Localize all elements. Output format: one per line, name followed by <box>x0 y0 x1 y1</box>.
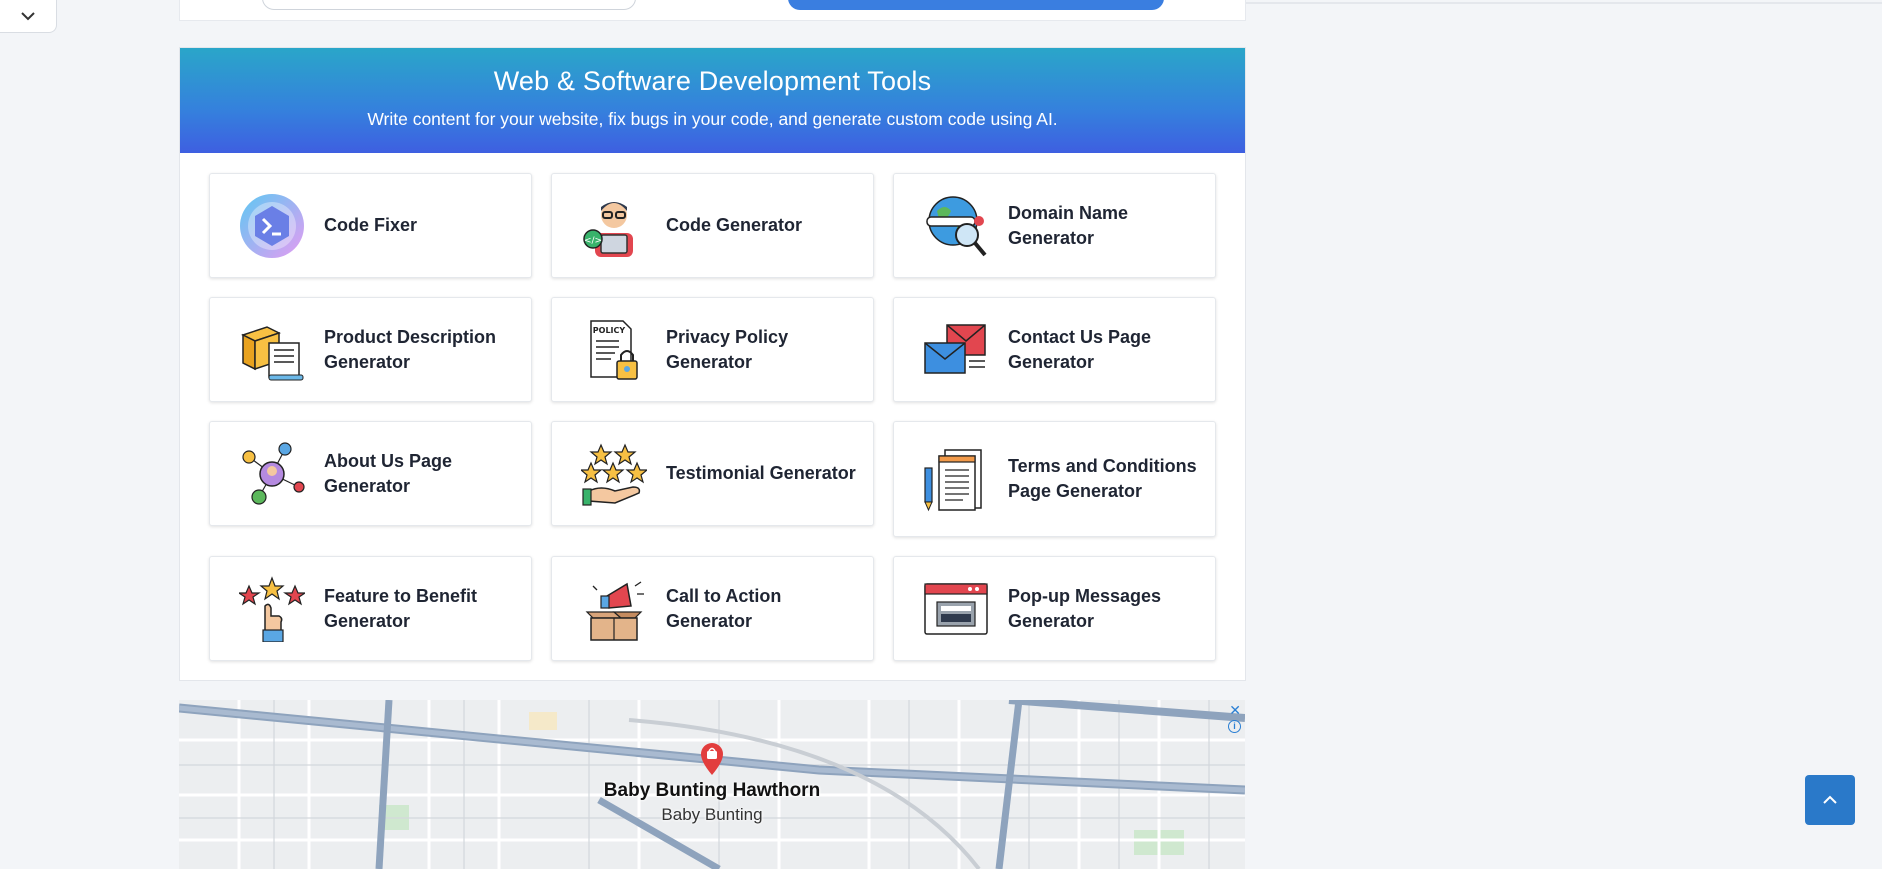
section-banner: Web & Software Development Tools Write c… <box>180 48 1245 153</box>
previous-section-button[interactable] <box>788 0 1164 10</box>
ad-close-icon[interactable]: ✕ <box>1229 702 1241 719</box>
globe-search-icon <box>923 193 989 259</box>
collapse-toggle[interactable] <box>0 0 57 33</box>
scroll-to-top-button[interactable] <box>1805 775 1855 825</box>
popup-window-icon <box>923 576 989 642</box>
tool-label: Testimonial Generator <box>666 463 856 483</box>
tool-label: Pop-up Messages Generator <box>1008 585 1162 631</box>
tool-contact-us-page-generator[interactable]: Contact Us Page Generator <box>893 297 1216 402</box>
tool-about-us-page-generator[interactable]: About Us Page Generator <box>209 421 532 526</box>
tool-label: About Us Page Generator <box>324 450 453 496</box>
tool-code-generator[interactable]: </> Code Generator <box>551 173 874 278</box>
tool-privacy-policy-generator[interactable]: POLICY Privacy Policy Generator <box>551 297 874 402</box>
developer-icon: </> <box>581 193 647 259</box>
section-subtitle: Write content for your website, fix bugs… <box>367 109 1058 129</box>
stars-hand-icon <box>581 441 647 507</box>
policy-lock-icon: POLICY <box>581 317 647 383</box>
tool-label: Code Fixer <box>324 215 418 235</box>
top-divider <box>1246 2 1882 4</box>
envelopes-icon <box>923 317 989 383</box>
tool-label: Privacy Policy Generator <box>666 326 789 372</box>
chevron-down-icon <box>21 12 35 21</box>
tool-label: Contact Us Page Generator <box>1008 326 1152 372</box>
people-network-icon <box>239 441 305 507</box>
chevron-up-icon <box>1823 795 1837 804</box>
tool-label: Domain Name Generator <box>1008 202 1129 248</box>
tool-label: Product Description Generator <box>324 326 497 372</box>
tool-label: Feature to Benefit Generator <box>324 585 478 631</box>
thumbs-up-stars-icon <box>239 575 305 642</box>
previous-section-input[interactable] <box>262 0 636 10</box>
terms-document-icon <box>923 446 989 512</box>
tool-label: Terms and Conditions Page Generator <box>1008 456 1197 501</box>
previous-section-strip <box>179 0 1246 21</box>
code-fixer-icon <box>239 193 305 259</box>
tool-domain-name-generator[interactable]: Domain Name Generator <box>893 173 1216 278</box>
ad-info-icon[interactable]: i <box>1228 720 1241 733</box>
tool-call-to-action-generator[interactable]: Call to Action Generator <box>551 556 874 661</box>
box-document-icon <box>239 317 305 383</box>
ad-store-brand: Baby Bunting <box>661 805 763 824</box>
tool-product-description-generator[interactable]: Product Description Generator <box>209 297 532 402</box>
tool-testimonial-generator[interactable]: Testimonial Generator <box>551 421 874 526</box>
tool-feature-to-benefit-generator[interactable]: Feature to Benefit Generator <box>209 556 532 661</box>
tool-label: Call to Action Generator <box>666 585 782 631</box>
tool-terms-and-conditions-page-generator[interactable]: Terms and Conditions Page Generator <box>893 421 1216 537</box>
map-pin-icon <box>701 743 723 775</box>
tool-pop-up-messages-generator[interactable]: Pop-up Messages Generator <box>893 556 1216 661</box>
map-advertisement[interactable]: ✕ i Baby Bunting Hawthorn Baby Bunting <box>179 700 1245 869</box>
tools-card: Web & Software Development Tools Write c… <box>179 47 1246 681</box>
tool-label: Code Generator <box>666 215 803 235</box>
section-title: Web & Software Development Tools <box>493 66 932 96</box>
svg-text:POLICY: POLICY <box>593 326 626 335</box>
megaphone-box-icon <box>581 576 647 642</box>
ad-store-name: Baby Bunting Hawthorn <box>603 780 821 801</box>
svg-text:</>: </> <box>584 236 602 246</box>
tool-code-fixer[interactable]: Code Fixer <box>209 173 532 278</box>
